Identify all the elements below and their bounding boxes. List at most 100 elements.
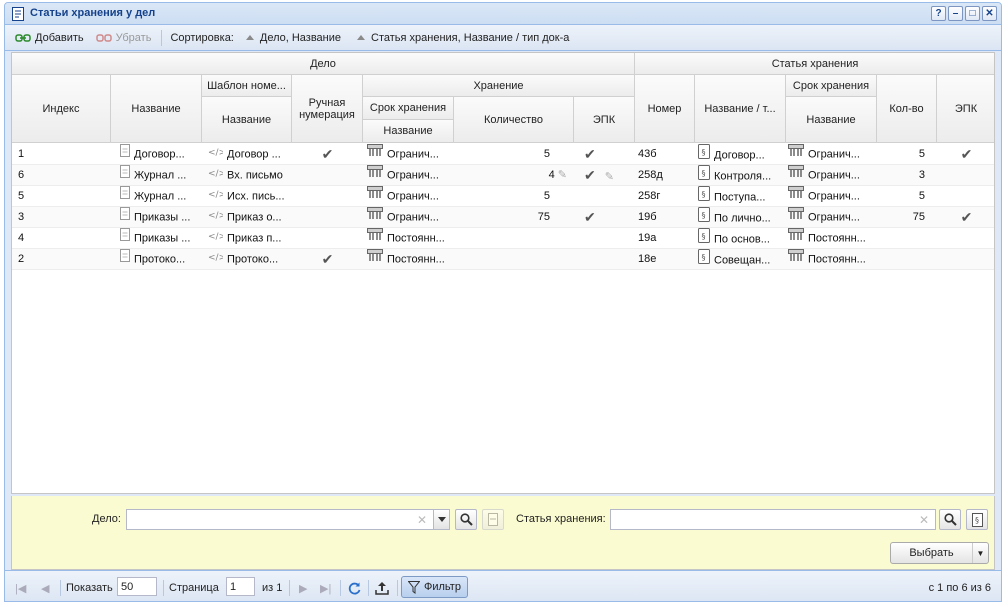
header-manual[interactable]: Ручная нумерация (292, 75, 363, 143)
statya-open-button[interactable]: § (966, 509, 988, 530)
select-button-label: Выбрать (909, 547, 954, 559)
filter-panel: Дело: ✕ Статья хранения: ✕ § Выбрать ▼ (11, 496, 995, 570)
archive-icon (788, 228, 804, 249)
page-of-label: из 1 (262, 582, 283, 594)
cell-index: 2 (18, 253, 25, 265)
code-icon: </> (208, 165, 226, 186)
header-storage-period-name[interactable]: Название (363, 120, 454, 143)
cell-st-name-text: Совещан... (714, 254, 771, 267)
delo-filter-input[interactable]: ✕ (126, 509, 450, 530)
cell-epk: ✔ ✎ (584, 165, 634, 186)
header-name[interactable]: Название (111, 75, 202, 143)
header-nomer[interactable]: Номер (635, 75, 695, 143)
close-icon[interactable]: ✕ (982, 6, 997, 21)
code-icon: </> (208, 207, 226, 228)
cell-st-period: Огранич... (788, 186, 874, 207)
delo-open-button[interactable] (482, 509, 504, 530)
sort-item-delo[interactable]: Дело, Название (245, 31, 342, 44)
cell-index: 4 (18, 232, 25, 244)
cell-period-text: Огранич... (387, 190, 439, 203)
cell-count: 5 (918, 190, 925, 202)
cell-qty-text: 4 (548, 169, 555, 181)
svg-text:§: § (702, 148, 706, 157)
statya-filter-label: Статья хранения: (516, 513, 606, 525)
cell-st-name-text: По лично... (714, 212, 771, 225)
cell-nomer: 258д (638, 169, 663, 181)
maximize-icon[interactable]: □ (965, 6, 980, 21)
search-icon (943, 513, 957, 526)
page-input[interactable] (226, 577, 255, 596)
svg-text:§: § (702, 169, 706, 178)
article-icon: § (698, 165, 710, 186)
statya-search-button[interactable] (939, 509, 961, 530)
cell-st-epk (937, 228, 994, 249)
titlebar: Статьи хранения у дел ? – □ ✕ (5, 3, 1001, 25)
cell-st-period: Огранич... (788, 144, 874, 165)
cell-period: Огранич... (367, 165, 453, 186)
table-row[interactable]: 3 Приказы ... </>Приказ о... Огранич... … (12, 207, 994, 228)
delo-search-button[interactable] (455, 509, 477, 530)
pager-separator (60, 580, 61, 596)
refresh-icon[interactable] (347, 578, 362, 598)
first-page-icon[interactable]: |◀ (15, 578, 26, 598)
show-label: Показать (66, 582, 113, 594)
window-document-icon (12, 7, 24, 24)
cell-st-epk (937, 249, 994, 270)
statya-filter-input[interactable]: ✕ (610, 509, 936, 530)
header-count[interactable]: Кол-во (877, 75, 937, 143)
minimize-icon[interactable]: – (948, 6, 963, 21)
table-row[interactable]: 5 Журнал ... </>Исх. пись... Огранич... … (12, 186, 994, 207)
cell-name: Договор... (120, 144, 202, 165)
chevron-down-icon[interactable]: ▼ (972, 543, 988, 563)
remove-button-label: Убрать (115, 31, 152, 44)
header-st-epk[interactable]: ЭПК (937, 75, 994, 143)
cell-name: Приказы ... (120, 207, 202, 228)
svg-text:</>: </> (208, 190, 223, 199)
svg-text:§: § (702, 232, 706, 241)
remove-button[interactable]: Убрать (95, 31, 158, 44)
help-icon[interactable]: ? (931, 6, 946, 21)
pencil-icon[interactable]: ✎ (558, 169, 567, 181)
header-index[interactable]: Индекс (12, 75, 111, 143)
table-row[interactable]: 4 Приказы ... </> Приказ п... Постоянн...… (12, 228, 994, 249)
delo-filter-label: Дело: (92, 513, 121, 525)
page-size-input[interactable] (117, 577, 157, 596)
chevron-down-icon[interactable] (433, 509, 450, 530)
header-name-type[interactable]: Название / т... (695, 75, 786, 143)
clear-icon[interactable]: ✕ (919, 513, 929, 527)
export-icon[interactable] (375, 578, 389, 598)
header-template[interactable]: Шаблон номе... (202, 75, 292, 97)
header-st-period-name[interactable]: Название (786, 97, 877, 143)
table-row[interactable]: 2 Протоко... </> Протоко... ✔ Постоянн...… (12, 249, 994, 270)
select-button[interactable]: Выбрать ▼ (890, 542, 989, 564)
add-button[interactable]: Добавить (15, 32, 90, 44)
check-icon: ✔ (960, 209, 973, 225)
table-row[interactable]: 1 Договор... </> Договор ... ✔ Огранич...… (12, 144, 994, 165)
toolbar: Добавить Убрать Сортировка: Дело, Назван… (5, 25, 1001, 51)
cell-template: </> Приказ о... (208, 207, 290, 228)
svg-text:§: § (702, 190, 706, 199)
grid-header: Дело Статья хранения Индекс Название Шаб… (12, 53, 994, 143)
pager-separator (397, 580, 398, 596)
filter-button-label: Фильтр (424, 581, 461, 593)
cell-template-text: Исх. пись... (227, 190, 285, 203)
header-epk[interactable]: ЭПК (574, 97, 635, 143)
sort-item-statya[interactable]: Статья хранения, Название / тип док-а (357, 32, 569, 44)
pencil-icon[interactable]: ✎ (605, 171, 614, 183)
table-row[interactable]: 6 Журнал ... </>Вх. письмо Огранич... 4✎… (12, 165, 994, 186)
prev-page-icon[interactable]: ◀ (41, 578, 49, 598)
clear-icon[interactable]: ✕ (417, 513, 427, 527)
sort-item-label: Дело, Название (259, 31, 342, 44)
link-remove-icon (95, 33, 112, 42)
toolbar-separator (161, 29, 163, 46)
last-page-icon[interactable]: ▶| (320, 578, 331, 598)
cell-period-text: Огранич... (387, 148, 439, 161)
archive-icon (788, 249, 804, 270)
header-quantity[interactable]: Количество (454, 97, 574, 143)
cell-qty: 5 (454, 144, 550, 165)
filter-button[interactable]: Фильтр (401, 576, 468, 598)
header-template-name[interactable]: Название (202, 97, 292, 143)
next-page-icon[interactable]: ▶ (299, 578, 307, 598)
cell-index: 3 (18, 211, 25, 223)
cell-nomer: 19б (638, 211, 657, 223)
